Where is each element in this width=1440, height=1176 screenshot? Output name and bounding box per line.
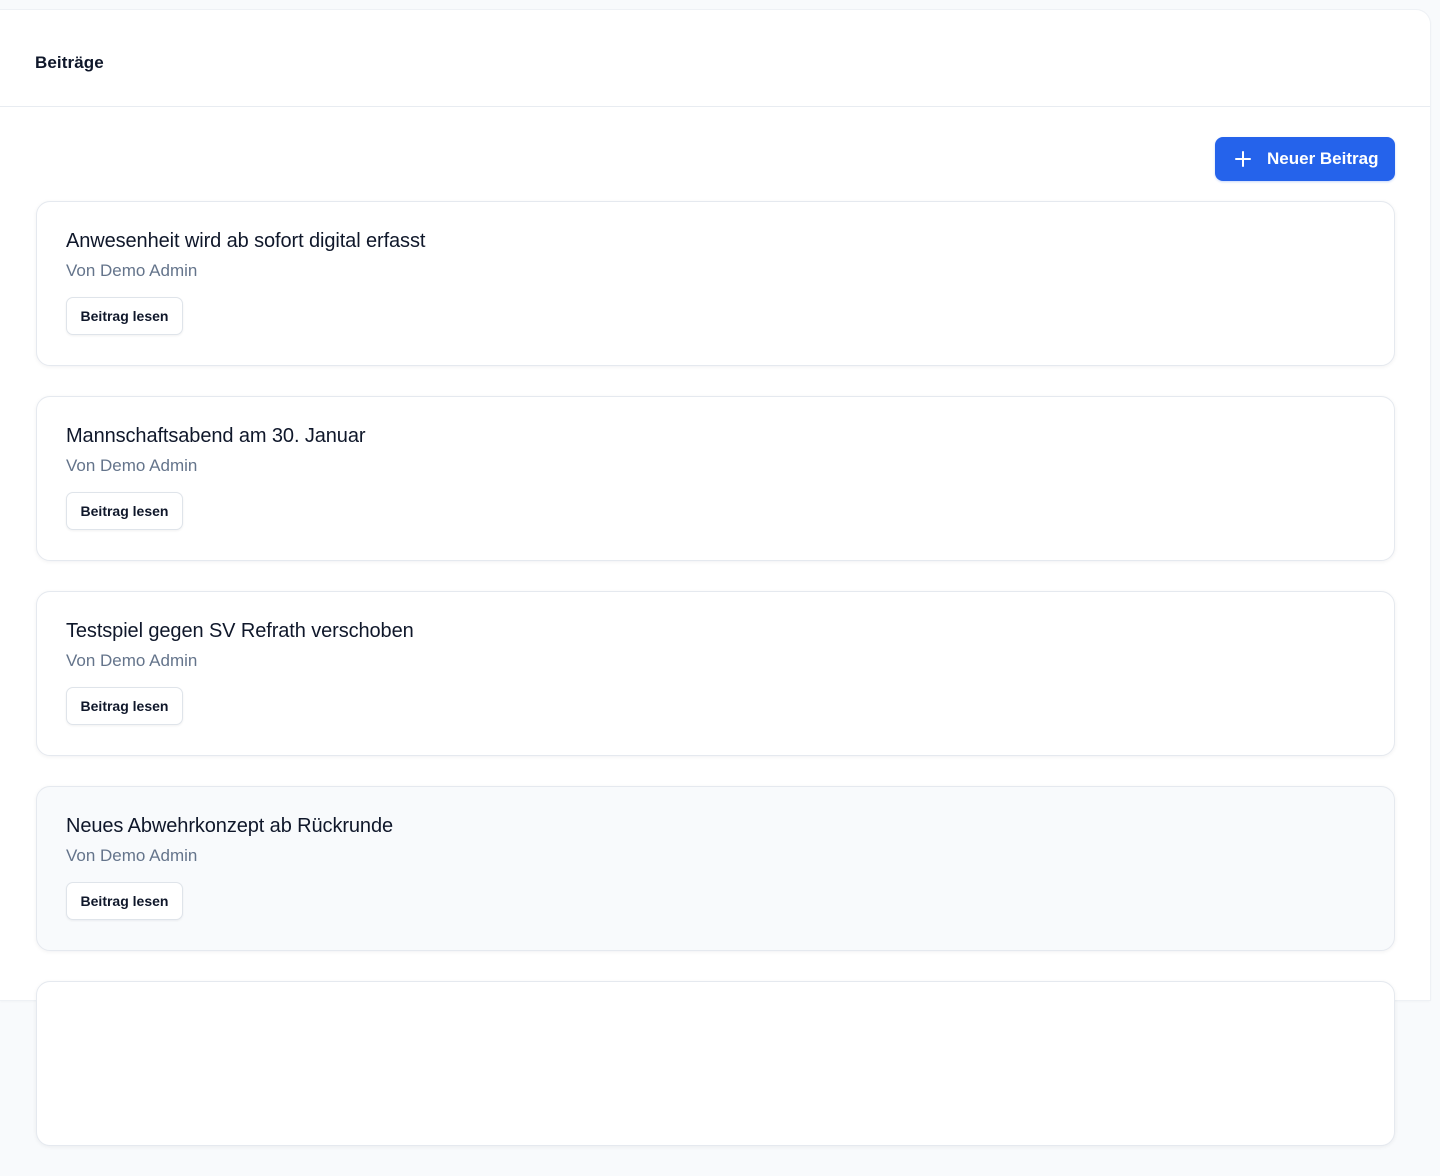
post-title: Neues Abwehrkonzept ab Rückrunde [66,815,394,837]
page-header: Beiträge [0,10,1430,107]
post-card [36,981,1395,1146]
plus-icon [1235,151,1251,167]
post-title: Testspiel gegen SV Refrath verschoben [66,620,414,642]
post-author: Von Demo Admin [66,456,198,475]
post-author: Von Demo Admin [66,846,198,865]
new-post-button-label: Neuer Beitrag [1267,149,1379,168]
new-post-button[interactable]: Neuer Beitrag [1215,137,1395,181]
post-list: Anwesenheit wird ab sofort digital erfas… [36,201,1395,1176]
read-post-button[interactable]: Beitrag lesen [66,882,183,920]
post-card: Mannschaftsabend am 30. Januar Von Demo … [36,396,1395,561]
post-author: Von Demo Admin [66,651,198,670]
read-post-button[interactable]: Beitrag lesen [66,492,183,530]
page-title: Beiträge [35,53,104,72]
post-card: Anwesenheit wird ab sofort digital erfas… [36,201,1395,366]
post-card: Neues Abwehrkonzept ab Rückrunde Von Dem… [36,786,1395,951]
post-author: Von Demo Admin [66,261,198,280]
read-post-button[interactable]: Beitrag lesen [66,687,183,725]
post-title: Anwesenheit wird ab sofort digital erfas… [66,230,426,252]
read-post-button[interactable]: Beitrag lesen [66,297,183,335]
post-card: Testspiel gegen SV Refrath verschoben Vo… [36,591,1395,756]
post-title: Mannschaftsabend am 30. Januar [66,425,366,447]
toolbar: Neuer Beitrag [0,107,1430,211]
